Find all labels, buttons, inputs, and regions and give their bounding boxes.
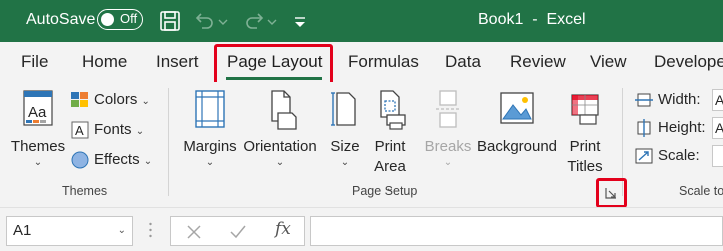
width-icon [635, 93, 653, 107]
themes-icon: Aa [23, 90, 53, 126]
margins-icon [195, 90, 225, 128]
margins-label: Margins [183, 138, 237, 155]
tab-developer[interactable]: Develope [654, 52, 723, 72]
toggle-knob [101, 12, 114, 26]
width-control[interactable]: Width: [634, 90, 701, 110]
themes-label: Themes [10, 138, 66, 155]
undo-icon[interactable] [193, 9, 217, 33]
themes-button[interactable]: Aa Themes ⌄ [10, 87, 66, 169]
chevron-down-icon: ⌄ [275, 157, 285, 168]
print-area-button[interactable]: Print Area ⌄ [370, 87, 410, 199]
formula-input[interactable] [310, 216, 723, 246]
size-icon [331, 92, 356, 126]
height-control[interactable]: Height: [634, 118, 706, 138]
cancel-icon[interactable] [183, 221, 205, 243]
resize-grip-icon[interactable] [149, 221, 152, 239]
svg-text:Aa: Aa [28, 104, 47, 121]
print-area-label-1: Print [374, 138, 406, 155]
breaks-button[interactable]: Breaks ⌄ [424, 87, 472, 169]
breaks-icon [436, 90, 460, 128]
print-area-label-2: Area [374, 158, 406, 175]
height-icon [637, 119, 651, 138]
fonts-label: Fonts [94, 121, 132, 138]
chevron-down-icon: ⌄ [443, 157, 453, 168]
page-setup-group-label: Page Setup [352, 184, 418, 198]
formula-buttons: fx [170, 216, 305, 246]
tab-file[interactable]: File [21, 52, 48, 72]
redo-icon[interactable] [242, 9, 266, 33]
themes-group-label: Themes [62, 184, 108, 198]
scale-label: Scale: [658, 147, 700, 164]
print-area-icon [380, 90, 406, 130]
breaks-label: Breaks [424, 138, 472, 155]
orientation-icon [271, 90, 297, 130]
background-button[interactable]: Background [476, 87, 558, 157]
autosave-toggle[interactable]: Off [97, 9, 143, 30]
orientation-button[interactable]: Orientation ⌄ [240, 87, 320, 169]
autosave-state: Off [120, 11, 138, 26]
height-dropdown[interactable]: A [712, 117, 723, 139]
colors-icon [71, 92, 88, 108]
effects-icon [71, 151, 89, 169]
group-divider [622, 88, 623, 196]
ribbon-tabs: File Home Insert Page Layout Formulas Da… [0, 42, 723, 82]
chevron-down-icon: ⌄ [33, 157, 43, 168]
autosave-label: AutoSave [26, 11, 96, 28]
document-title: Book1 - Excel [478, 11, 586, 28]
chevron-down-icon: ⌄ [205, 157, 215, 168]
scale-control[interactable]: Scale: [634, 146, 700, 166]
save-icon[interactable] [158, 9, 182, 33]
tab-data[interactable]: Data [445, 52, 481, 72]
tab-formulas[interactable]: Formulas [348, 52, 419, 72]
tab-home[interactable]: Home [82, 52, 127, 72]
chevron-down-icon: ⌄ [141, 96, 150, 107]
width-label: Width: [658, 91, 701, 108]
name-box-value: A1 [13, 222, 32, 239]
chevron-down-icon: ⌄ [135, 126, 145, 137]
background-label: Background [476, 138, 558, 155]
background-picture-icon [500, 92, 534, 124]
redo-dropdown-icon[interactable] [266, 9, 278, 33]
effects-button[interactable]: Effects ⌄ [70, 150, 152, 172]
group-divider [168, 88, 169, 196]
tab-page-layout[interactable]: Page Layout [227, 52, 322, 72]
scale-icon [635, 148, 653, 164]
margins-button[interactable]: Margins ⌄ [180, 87, 240, 169]
print-titles-button[interactable]: Print Titles [562, 87, 608, 177]
name-box[interactable]: A1 ⌄ [6, 216, 133, 246]
ribbon: Aa Themes ⌄ Colors ⌄ A Fonts ⌄ Effects ⌄… [0, 82, 723, 200]
orientation-label: Orientation [243, 138, 317, 155]
chevron-down-icon: ⌄ [143, 156, 153, 167]
chevron-down-icon[interactable]: ⌄ [118, 217, 126, 245]
colors-button[interactable]: Colors ⌄ [70, 90, 150, 112]
width-dropdown[interactable]: A [712, 89, 723, 111]
print-titles-icon [571, 94, 599, 125]
effects-label: Effects [94, 151, 140, 168]
size-label: Size [330, 138, 360, 155]
svg-text:A: A [75, 123, 84, 138]
tab-review[interactable]: Review [510, 52, 566, 72]
chevron-down-icon: ⌄ [340, 157, 350, 168]
enter-check-icon[interactable] [227, 221, 249, 243]
scale-spinner[interactable] [712, 145, 723, 167]
undo-dropdown-icon[interactable] [217, 9, 229, 33]
print-titles-label-2: Titles [567, 158, 603, 175]
height-label: Height: [658, 119, 706, 136]
fonts-button[interactable]: A Fonts ⌄ [70, 120, 144, 142]
tab-view[interactable]: View [590, 52, 627, 72]
active-tab-indicator [226, 77, 322, 80]
page-setup-dialog-launcher-icon[interactable] [604, 186, 618, 200]
title-bar: AutoSave Off Book1 - Excel [0, 0, 723, 42]
customize-quick-access-icon[interactable] [292, 9, 308, 33]
size-button[interactable]: Size ⌄ [326, 87, 364, 169]
insert-function-icon[interactable]: fx [275, 219, 291, 239]
tab-insert[interactable]: Insert [156, 52, 199, 72]
colors-label: Colors [94, 91, 138, 108]
fonts-icon: A [71, 121, 89, 139]
scale-group-label: Scale to [679, 184, 723, 198]
print-titles-label-1: Print [569, 138, 601, 155]
formula-bar: A1 ⌄ fx [0, 207, 723, 251]
